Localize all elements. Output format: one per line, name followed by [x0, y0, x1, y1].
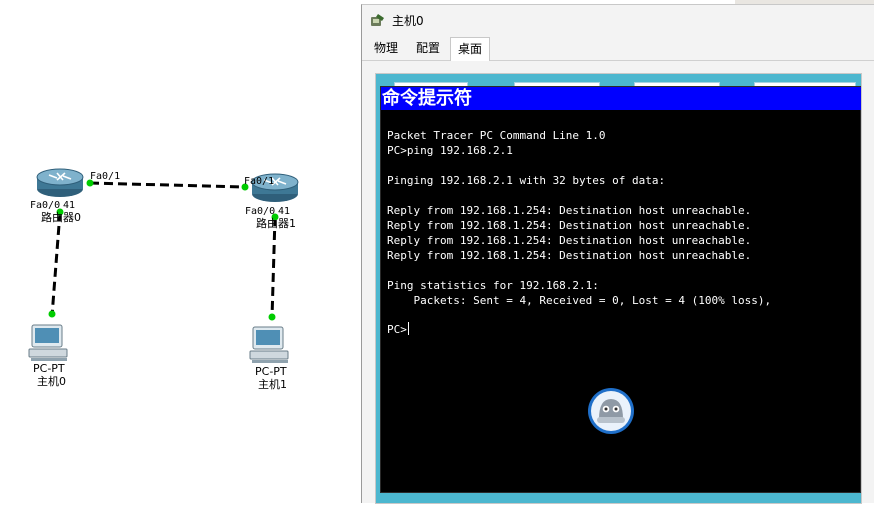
pc-icon [249, 326, 289, 363]
command-output-line: Reply from 192.168.1.254: Destination ho… [387, 234, 752, 247]
router-icon [36, 168, 84, 197]
window-title: 主机0 [392, 13, 424, 28]
command-output: Packet Tracer PC Command Line 1.0 PC>pin… [387, 128, 856, 308]
router1-name-label: 路由器1 [256, 217, 296, 230]
router0-name-label: 路由器0 [41, 211, 81, 224]
tab-physical[interactable]: 物理 [366, 36, 406, 60]
topology-canvas[interactable]: Fa0/1 Fa0/0 41 路由器0 Fa0/1 Fa0/0 41 路由器1 … [0, 0, 362, 503]
command-prompt: PC> [387, 323, 407, 336]
command-output-line: Ping statistics for 192.168.2.1: [387, 279, 599, 292]
tab-bar: 物理 配置 桌面 [362, 37, 874, 61]
desktop-panel: 命令提示符 Packet Tracer PC Command Line 1.0 … [375, 73, 862, 504]
pc0-name-label: 主机0 [37, 375, 66, 388]
link-router1-pc1 [270, 216, 277, 319]
packet-tracer-app-icon [371, 14, 384, 26]
command-input-line[interactable]: PC> [387, 322, 409, 337]
router1-port-fa0-1-label: Fa0/1 [244, 176, 275, 187]
command-output-line: Reply from 192.168.1.254: Destination ho… [387, 204, 752, 217]
topology-links [28, 168, 299, 363]
command-output-line: Pinging 192.168.2.1 with 32 bytes of dat… [387, 174, 666, 187]
router0-port-extra-label: 41 [63, 200, 76, 211]
command-output-line: Packet Tracer PC Command Line 1.0 [387, 129, 606, 142]
tab-config[interactable]: 配置 [408, 36, 448, 60]
router1-port-extra-label: 41 [278, 206, 291, 217]
pc-icon [28, 324, 68, 361]
command-output-line: PC>ping 192.168.2.1 [387, 144, 513, 157]
router0-port-fa0-0-label: Fa0/0 [30, 200, 61, 211]
command-prompt-window[interactable]: 命令提示符 Packet Tracer PC Command Line 1.0 … [380, 86, 861, 493]
link-endpoint [268, 313, 276, 321]
command-output-line: Reply from 192.168.1.254: Destination ho… [387, 219, 752, 232]
pc1-model-label: PC-PT [255, 365, 287, 378]
tab-desktop[interactable]: 桌面 [450, 37, 491, 61]
link-router0-pc0 [50, 211, 62, 317]
text-cursor [407, 322, 409, 335]
device-window[interactable]: 主机0 物理 配置 桌面 命令提示符 Packet Tracer PC Comm… [361, 4, 874, 504]
assistant-avatar-icon[interactable] [587, 387, 635, 435]
link-router0-router1 [89, 181, 246, 189]
pc1-name-label: 主机1 [258, 378, 287, 391]
router1-port-fa0-0-label: Fa0/0 [245, 206, 276, 217]
pc0-model-label: PC-PT [33, 362, 65, 375]
link-endpoint [48, 310, 56, 318]
router0-port-fa0-1-label: Fa0/1 [90, 171, 121, 182]
command-prompt-titlebar: 命令提示符 [381, 87, 861, 110]
command-output-line: Reply from 192.168.1.254: Destination ho… [387, 249, 752, 262]
window-titlebar[interactable]: 主机0 [362, 5, 874, 35]
desktop-background: 命令提示符 Packet Tracer PC Command Line 1.0 … [376, 74, 861, 503]
command-output-line: Packets: Sent = 4, Received = 0, Lost = … [387, 294, 772, 307]
